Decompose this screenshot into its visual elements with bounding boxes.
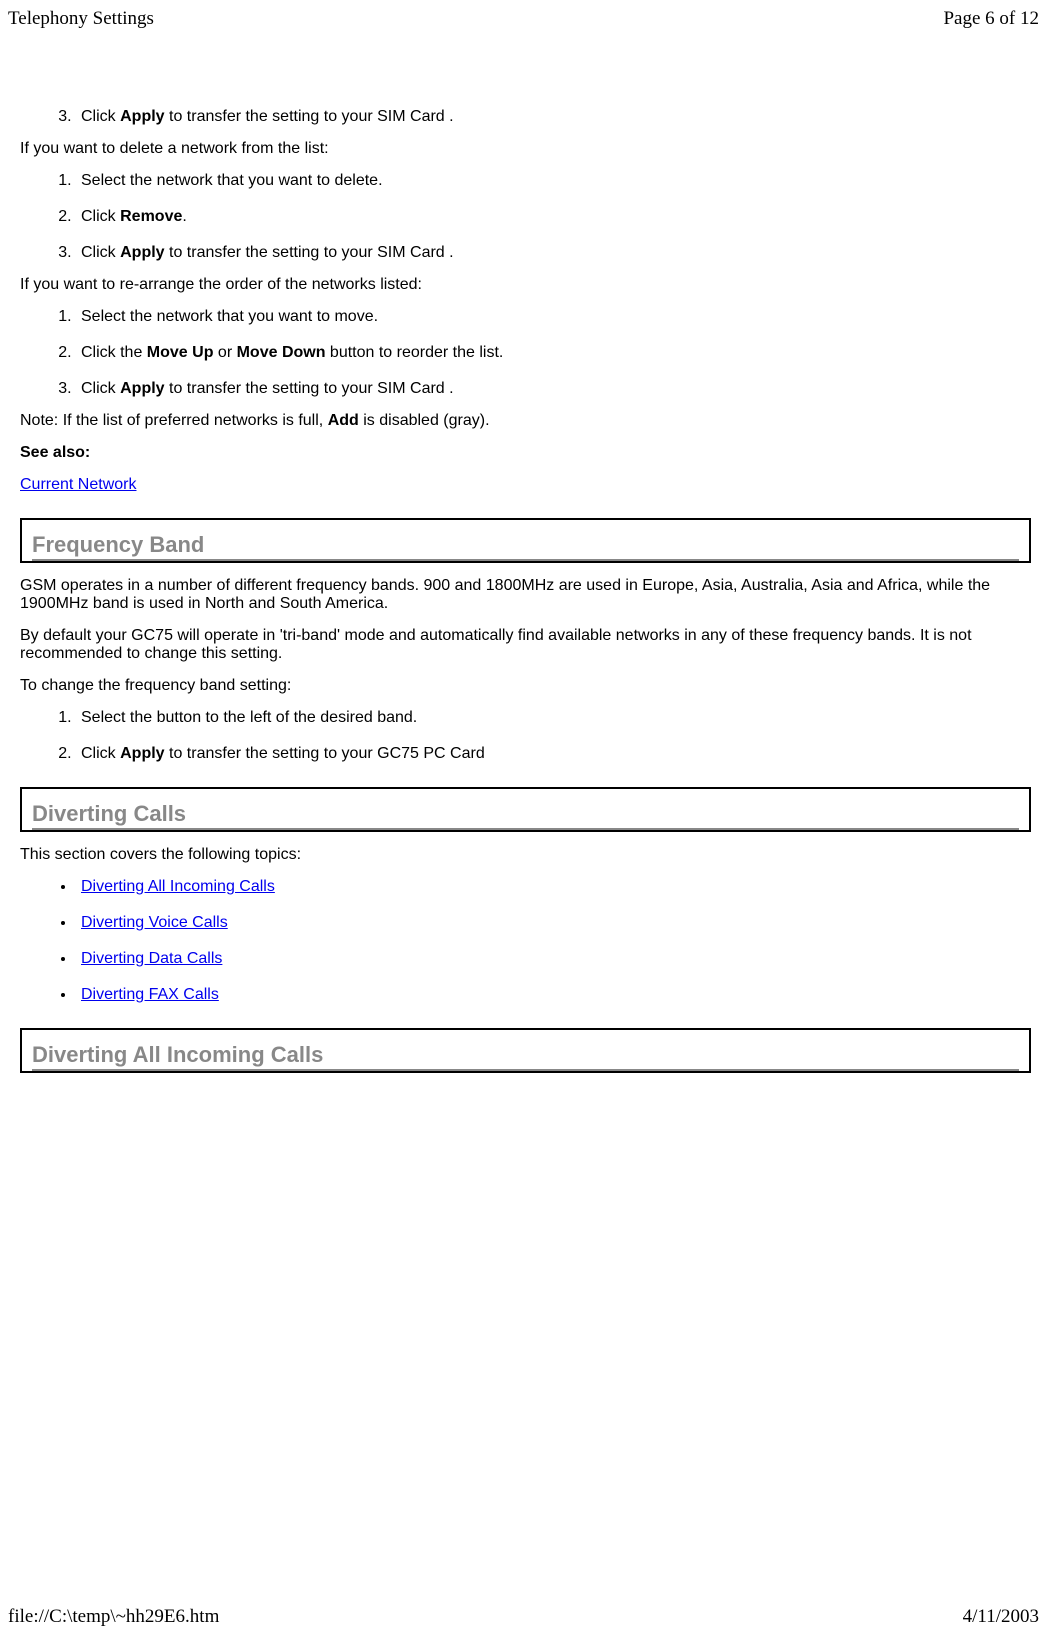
section-frequency-band: Frequency Band [20,518,1031,563]
page-footer: file://C:\temp\~hh29E6.htm 4/11/2003 [0,1598,1051,1636]
list-item: Diverting FAX Calls [76,986,1031,1004]
para-change-band-intro: To change the frequency band setting: [20,677,1031,695]
list-item: Click Apply to transfer the setting to y… [76,244,1031,262]
section-title-diverting-all-incoming: Diverting All Incoming Calls [32,1042,1019,1071]
list-diverting-links: Diverting All Incoming Calls Diverting V… [20,878,1031,1004]
main-content: Click Apply to transfer the setting to y… [0,108,1051,1073]
footer-path: file://C:\temp\~hh29E6.htm [8,1606,219,1628]
list-item: Click Apply to transfer the setting to y… [76,380,1031,398]
list-item: Diverting All Incoming Calls [76,878,1031,896]
footer-date: 4/11/2003 [963,1606,1039,1628]
link-divert-all-incoming[interactable]: Diverting All Incoming Calls [81,878,275,895]
list-rearrange-network: Select the network that you want to move… [20,308,1031,398]
list-transfer-sim: Click Apply to transfer the setting to y… [20,108,1031,126]
link-divert-voice[interactable]: Diverting Voice Calls [81,914,228,931]
section-title-frequency-band: Frequency Band [32,532,1019,561]
list-item: Select the network that you want to move… [76,308,1031,326]
page-header: Telephony Settings Page 6 of 12 [0,0,1051,38]
para-gsm-bands: GSM operates in a number of different fr… [20,577,1031,613]
list-item: Click Apply to transfer the setting to y… [76,745,1031,763]
link-current-network-wrapper: Current Network [20,476,1031,494]
header-page-info: Page 6 of 12 [943,8,1039,30]
header-title: Telephony Settings [8,8,154,30]
para-diverting-intro: This section covers the following topics… [20,846,1031,864]
list-item: Click Remove. [76,208,1031,226]
list-item: Diverting Voice Calls [76,914,1031,932]
list-item: Select the network that you want to dele… [76,172,1031,190]
list-change-band: Select the button to the left of the des… [20,709,1031,763]
see-also-label: See also: [20,444,1031,462]
section-diverting-all-incoming: Diverting All Incoming Calls [20,1028,1031,1073]
para-note-add-disabled: Note: If the list of preferred networks … [20,412,1031,430]
link-divert-fax[interactable]: Diverting FAX Calls [81,986,219,1003]
link-divert-data[interactable]: Diverting Data Calls [81,950,222,967]
para-delete-intro: If you want to delete a network from the… [20,140,1031,158]
section-diverting-calls: Diverting Calls [20,787,1031,832]
list-delete-network: Select the network that you want to dele… [20,172,1031,262]
link-current-network[interactable]: Current Network [20,476,136,493]
list-item: Click Apply to transfer the setting to y… [76,108,1031,126]
list-item: Click the Move Up or Move Down button to… [76,344,1031,362]
list-item: Select the button to the left of the des… [76,709,1031,727]
para-rearrange-intro: If you want to re-arrange the order of t… [20,276,1031,294]
para-triband: By default your GC75 will operate in 'tr… [20,627,1031,663]
section-title-diverting-calls: Diverting Calls [32,801,1019,830]
list-item: Diverting Data Calls [76,950,1031,968]
